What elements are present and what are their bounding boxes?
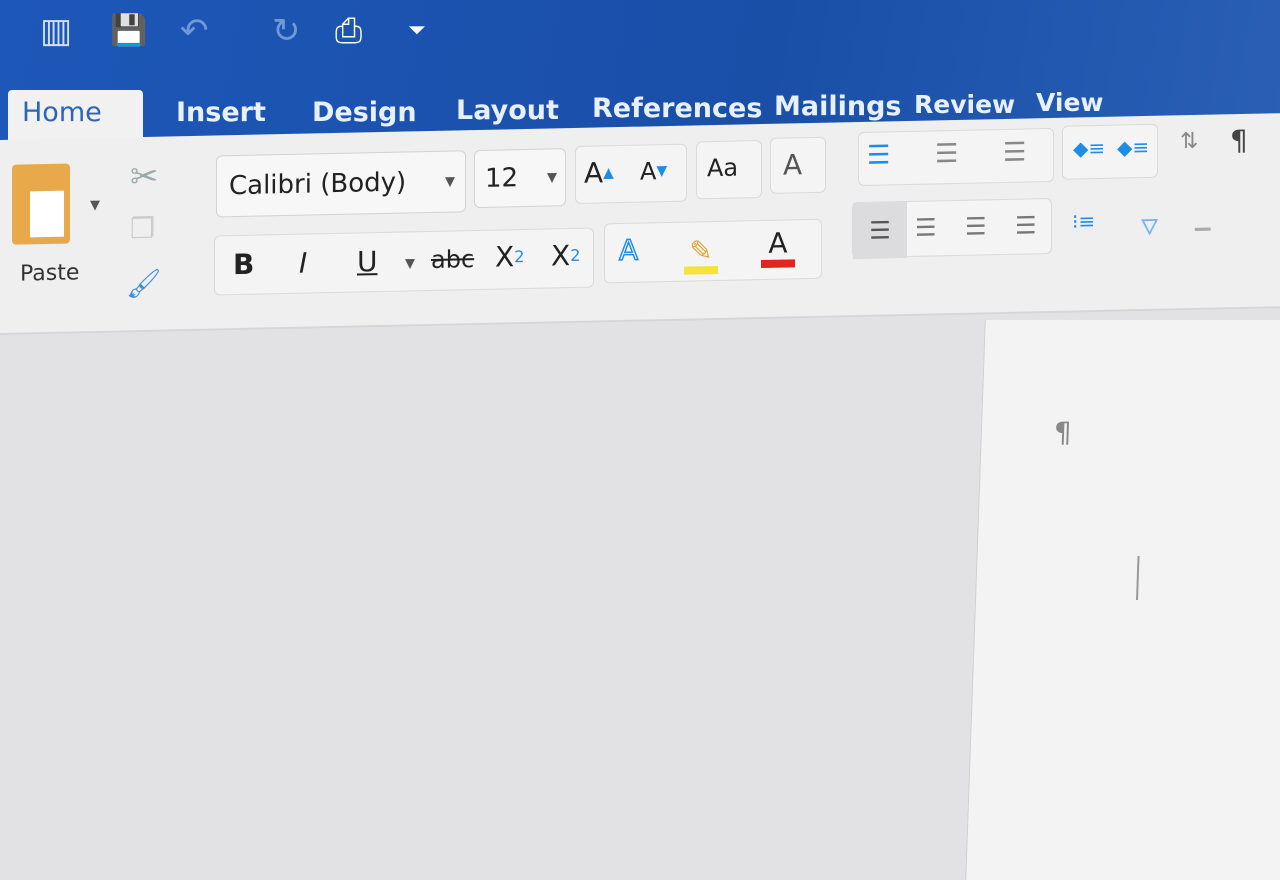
font-size-group: A ▲ A ▼	[575, 143, 687, 204]
highlight-button[interactable]: ✎	[683, 232, 719, 275]
text-effects-button[interactable]: A	[618, 233, 639, 268]
paste-dropdown-icon[interactable]: ▼	[90, 198, 100, 213]
change-case-icon: Aa	[707, 153, 739, 183]
paste-icon[interactable]	[12, 163, 70, 245]
numbering-icon[interactable]: ☰	[935, 139, 958, 169]
increase-indent-icon[interactable]: ◆≡	[1117, 135, 1149, 160]
line-spacing-icon[interactable]: ⁝≡	[1072, 209, 1095, 233]
subscript-button[interactable]: X2	[495, 240, 524, 273]
undo-icon[interactable]: ↶	[180, 12, 209, 50]
superscript-button[interactable]: X2	[551, 239, 580, 272]
borders-icon[interactable]: ▁	[1195, 207, 1210, 231]
font-size-select[interactable]: 12 ▼	[474, 148, 566, 209]
grow-font-button[interactable]: A ▲	[584, 156, 614, 189]
save-icon[interactable]: 💾	[110, 12, 147, 50]
underline-button[interactable]: U	[357, 245, 378, 278]
multilevel-list-icon[interactable]: ☰	[1003, 138, 1026, 168]
decrease-indent-icon[interactable]: ◆≡	[1073, 136, 1105, 161]
document-page[interactable]: ¶	[965, 320, 1280, 880]
pilcrow-icon[interactable]: ¶	[1230, 124, 1248, 157]
tab-insert[interactable]: Insert	[162, 90, 280, 140]
alignment-group: ☰ ☰ ☰ ☰	[852, 197, 1052, 260]
clear-formatting-button[interactable]: A	[770, 136, 826, 194]
align-left-button[interactable]: ☰	[853, 202, 907, 260]
font-color-button[interactable]: A	[761, 226, 795, 269]
copy-icon[interactable]: ❐	[130, 212, 155, 246]
justify-button[interactable]: ☰	[1015, 211, 1037, 239]
align-center-button[interactable]: ☰	[915, 213, 937, 241]
paragraph-mark-icon: ¶	[1053, 416, 1073, 449]
paste-label: Paste	[20, 260, 80, 287]
font-name-select[interactable]: Calibri (Body) ▼	[216, 150, 466, 218]
shrink-font-button[interactable]: A ▼	[640, 157, 667, 185]
ribbon: ▼ Paste ✂ ❐ 🖌 Calibri (Body) ▼ 12 ▼ A ▲ A ▼ …	[0, 113, 1280, 335]
bullets-icon[interactable]: ☰	[867, 140, 890, 170]
indent-group: ◆≡ ◆≡	[1062, 123, 1158, 180]
strikethrough-button[interactable]: abc	[431, 245, 474, 274]
bold-button[interactable]: B	[233, 248, 254, 281]
align-right-button[interactable]: ☰	[965, 212, 987, 240]
redo-icon[interactable]: ↻	[272, 12, 301, 50]
chevron-down-icon: ▼	[547, 169, 557, 186]
cut-icon[interactable]: ✂	[130, 157, 159, 198]
format-painter-icon[interactable]: 🖌	[126, 267, 162, 301]
eraser-icon: A	[783, 148, 803, 182]
print-icon[interactable]: ⎙	[335, 12, 362, 50]
font-name-value: Calibri (Body)	[229, 167, 407, 202]
shading-icon[interactable]: 🜄	[1140, 202, 1159, 248]
color-group: A ✎ A	[604, 218, 822, 284]
text-cursor	[1136, 556, 1140, 600]
format-group: B I U ▼ abc X2 X2	[214, 227, 594, 296]
customize-icon[interactable]: ⏷	[408, 12, 426, 50]
italic-button[interactable]: I	[299, 247, 307, 280]
font-size-value: 12	[485, 163, 519, 194]
change-case-button[interactable]: Aa	[696, 140, 762, 200]
underline-dropdown-icon[interactable]: ▼	[405, 256, 415, 271]
sort-icon[interactable]: ⇅	[1180, 129, 1198, 154]
chevron-down-icon: ▼	[445, 173, 455, 190]
list-group: ☰ ☰ ☰	[858, 127, 1054, 187]
sidebar-icon[interactable]: ▥	[40, 12, 72, 50]
